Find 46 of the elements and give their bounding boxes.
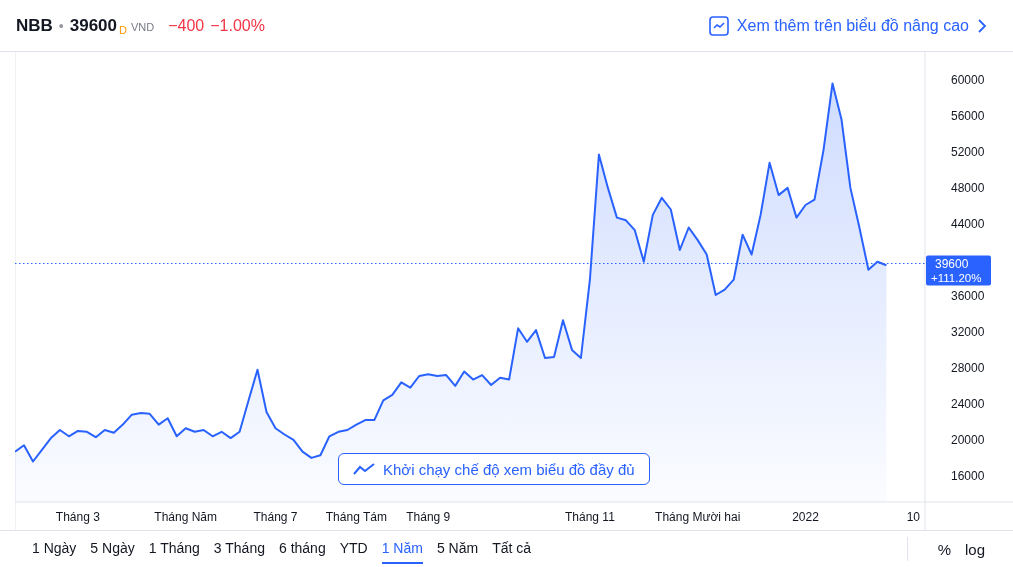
range-tab[interactable]: YTD	[339, 534, 368, 564]
price-flag-label: D	[119, 23, 127, 36]
x-axis-label: Tháng 11	[565, 510, 615, 524]
y-axis-label: 28000	[951, 360, 985, 375]
x-axis-label: Tháng 9	[406, 510, 451, 524]
scale-toggle[interactable]: log	[964, 536, 985, 562]
range-tab[interactable]: 6 tháng	[278, 534, 326, 564]
range-tab[interactable]: Tất cả	[492, 534, 532, 564]
range-tab[interactable]: 5 Ngày	[90, 534, 135, 564]
y-axis-label: 24000	[951, 396, 985, 411]
price-change: −400	[168, 16, 205, 35]
x-axis-label: Tháng Tám	[325, 510, 387, 524]
y-axis-label: 48000	[951, 180, 985, 195]
badge-price: 39600	[935, 256, 969, 271]
x-axis-label: Tháng 7	[253, 510, 298, 524]
y-axis-label: 56000	[951, 108, 985, 123]
y-axis-label: 52000	[951, 144, 985, 159]
y-axis-label: 16000	[951, 468, 985, 483]
x-axis-label: Tháng 3	[55, 510, 100, 524]
trend-icon	[353, 463, 375, 475]
advanced-chart-link[interactable]: Xem thêm trên biểu đồ nâng cao	[708, 15, 987, 36]
range-tab[interactable]: 5 Năm	[436, 534, 479, 564]
y-axis-label: 44000	[951, 216, 985, 231]
range-tab[interactable]: 1 Năm	[381, 534, 423, 564]
fullscreen-chart-button[interactable]: Khởi chạy chế độ xem biểu đồ đầy đủ	[338, 453, 650, 485]
scale-toggle[interactable]: %	[937, 536, 951, 562]
chevron-right-icon	[977, 17, 987, 34]
badge-percent: +111.20%	[931, 271, 982, 284]
ticker-symbol: NBB	[16, 15, 53, 36]
x-axis-label: 10	[906, 510, 920, 524]
currency-label: VND	[131, 20, 155, 33]
separator-dot: •	[58, 17, 64, 34]
y-axis-label: 20000	[951, 432, 985, 447]
range-tab[interactable]: 1 Tháng	[148, 534, 200, 564]
range-tab[interactable]: 3 Tháng	[213, 534, 265, 564]
x-axis-label: Tháng Năm	[154, 510, 218, 524]
y-axis-label: 60000	[951, 72, 985, 87]
x-axis-label: 2022	[792, 510, 819, 524]
y-axis-label: 36000	[951, 288, 985, 303]
price-badge	[926, 255, 991, 286]
last-price: 39600	[69, 15, 118, 36]
chart-icon	[708, 15, 729, 36]
y-axis-label: 32000	[951, 324, 985, 339]
range-tab[interactable]: 1 Ngày	[32, 534, 77, 564]
x-axis-label: Tháng Mười hai	[655, 510, 741, 524]
percent-change: −1.00%	[210, 16, 265, 35]
